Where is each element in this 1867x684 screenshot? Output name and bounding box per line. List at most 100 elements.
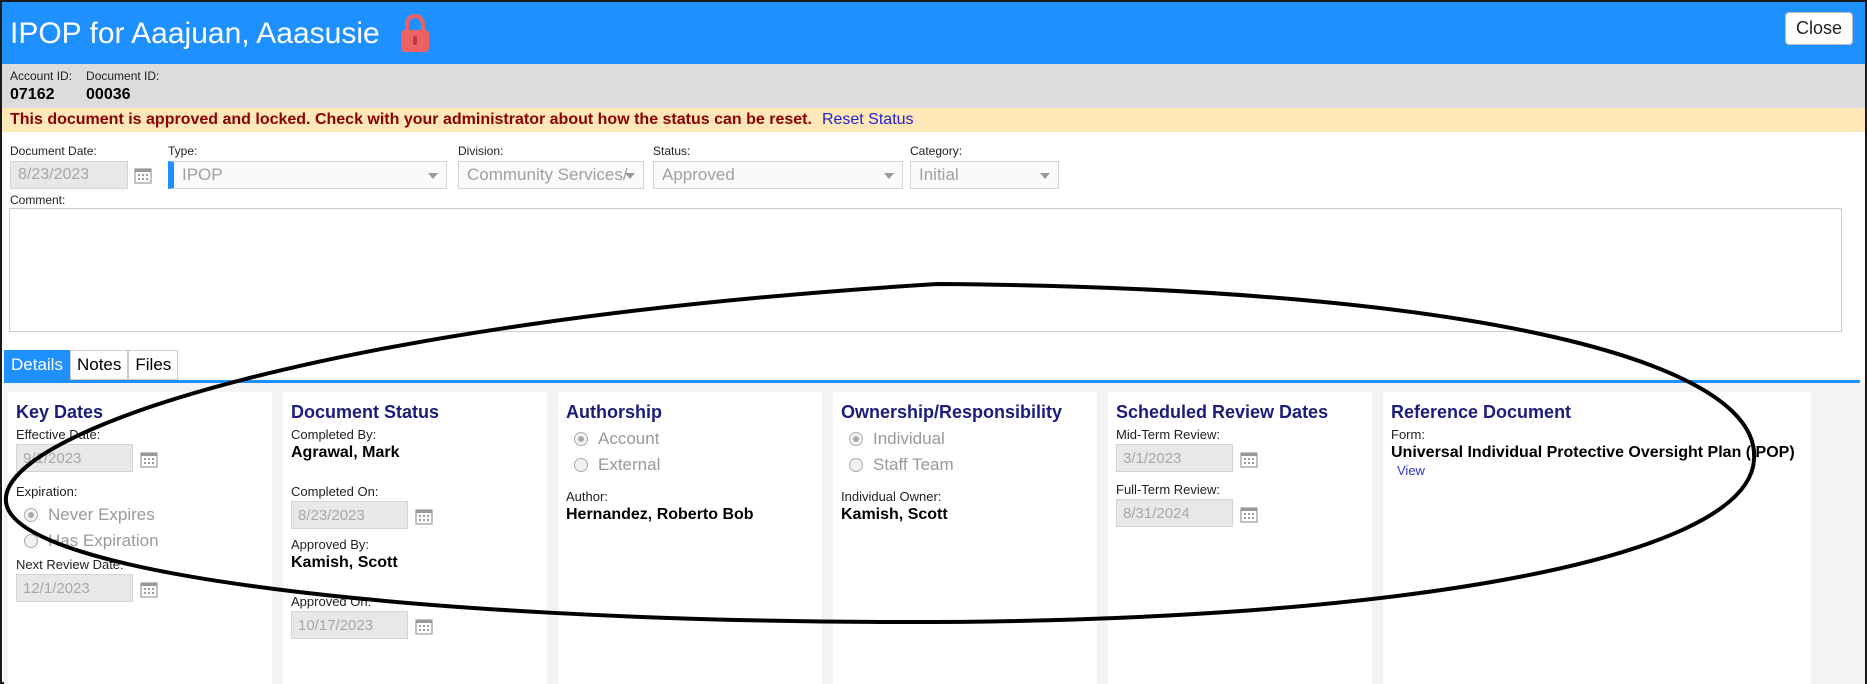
radio-selected[interactable]	[849, 432, 863, 446]
owner-individual-label: Individual	[873, 429, 945, 448]
document-window: IPOP for Aaajuan, Aaasusie Close Account…	[0, 0, 1867, 684]
calendar-icon[interactable]	[415, 507, 433, 525]
never-expires-option[interactable]: Never Expires	[24, 505, 272, 525]
account-id: Account ID: 07162	[10, 64, 72, 108]
mid-term-input[interactable]: 3/1/2023	[1116, 444, 1233, 472]
type-select[interactable]: IPOP	[168, 161, 447, 189]
authorship-panel: Authorship Account External Author: Hern…	[558, 392, 822, 684]
status-label: Status:	[653, 144, 691, 158]
individual-owner-value: Kamish, Scott	[841, 506, 948, 523]
approved-on-input[interactable]: 10/17/2023	[291, 611, 408, 639]
document-date-field: Document Date: 8/23/2023	[10, 144, 152, 189]
effective-date-input[interactable]: 9/1/2023	[16, 444, 133, 472]
chevron-down-icon	[625, 173, 635, 179]
expiration-label: Expiration:	[16, 484, 78, 499]
key-dates-panel: Key Dates Effective Date: 9/1/2023 Expir…	[8, 392, 272, 684]
chevron-down-icon	[1040, 173, 1050, 179]
calendar-icon[interactable]	[140, 450, 158, 468]
division-field: Division: Community Services/	[458, 144, 644, 189]
chevron-down-icon	[884, 173, 894, 179]
division-label: Division:	[458, 144, 504, 158]
document-id: Document ID: 00036	[86, 64, 159, 108]
status-field: Status: Approved	[653, 144, 903, 189]
radio-unselected[interactable]	[849, 458, 863, 472]
document-status-panel: Document Status Completed By: Agrawal, M…	[283, 392, 547, 684]
owner-staff-team-label: Staff Team	[873, 455, 954, 474]
form-value: Universal Individual Protective Oversigh…	[1391, 444, 1795, 461]
view-link[interactable]: View	[1397, 463, 1425, 478]
lock-warning-message: This document is approved and locked. Ch…	[10, 111, 812, 128]
page-title: IPOP for Aaajuan, Aaasusie	[10, 17, 380, 50]
radio-selected[interactable]	[574, 432, 588, 446]
tab-notes[interactable]: Notes	[69, 350, 129, 380]
type-label: Type:	[168, 144, 198, 158]
chevron-down-icon	[428, 173, 438, 179]
radio-unselected[interactable]	[574, 458, 588, 472]
category-value: Initial	[919, 165, 959, 184]
id-strip: Account ID: 07162 Document ID: 00036	[2, 64, 1865, 108]
author-label: Author:	[566, 489, 608, 504]
calendar-icon[interactable]	[415, 617, 433, 635]
full-term-input[interactable]: 8/31/2024	[1116, 499, 1233, 527]
calendar-icon[interactable]	[1240, 505, 1258, 523]
has-expiration-option[interactable]: Has Expiration	[24, 531, 272, 551]
reset-status-link[interactable]: Reset Status	[822, 111, 914, 129]
next-review-label: Next Review Date:	[16, 557, 124, 572]
calendar-icon[interactable]	[134, 166, 152, 184]
form-label: Form:	[1391, 427, 1425, 442]
completed-on-input[interactable]: 8/23/2023	[291, 501, 408, 529]
effective-date-label: Effective Date:	[16, 427, 101, 442]
mid-term-label: Mid-Term Review:	[1116, 427, 1221, 442]
lock-icon	[398, 13, 432, 53]
radio-unselected[interactable]	[24, 534, 38, 548]
completed-by-value: Agrawal, Mark	[291, 444, 400, 461]
lock-warning: This document is approved and locked. Ch…	[2, 108, 1865, 132]
document-date-input[interactable]: 8/23/2023	[10, 161, 128, 189]
key-dates-title: Key Dates	[16, 402, 104, 422]
document-date-label: Document Date:	[10, 144, 97, 158]
close-button[interactable]: Close	[1784, 12, 1853, 45]
reference-document-title: Reference Document	[1391, 402, 1572, 422]
reference-document-panel: Reference Document Form: Universal Indiv…	[1383, 392, 1811, 684]
next-review-input[interactable]: 12/1/2023	[16, 574, 133, 602]
completed-by-label: Completed By:	[291, 427, 377, 442]
account-id-value: 07162	[10, 86, 55, 103]
full-term-label: Full-Term Review:	[1116, 482, 1221, 497]
division-select[interactable]: Community Services/	[458, 161, 644, 189]
type-value: IPOP	[182, 165, 223, 184]
approved-by-value: Kamish, Scott	[291, 554, 398, 571]
document-id-label: Document ID:	[86, 69, 160, 83]
approved-by-label: Approved By:	[291, 537, 370, 552]
ownership-title: Ownership/Responsibility	[841, 402, 1063, 422]
author-external-label: External	[598, 455, 661, 474]
title-bar: IPOP for Aaajuan, Aaasusie Close	[2, 2, 1865, 64]
comment-textarea[interactable]	[9, 208, 1842, 332]
author-value: Hernandez, Roberto Bob	[566, 506, 754, 523]
radio-selected[interactable]	[24, 508, 38, 522]
review-dates-title: Scheduled Review Dates	[1116, 402, 1329, 422]
division-value: Community Services/	[467, 165, 628, 184]
completed-on-label: Completed On:	[291, 484, 379, 499]
calendar-icon[interactable]	[1240, 450, 1258, 468]
document-status-title: Document Status	[291, 402, 440, 422]
author-external-option[interactable]: External	[574, 455, 822, 475]
owner-staff-team-option[interactable]: Staff Team	[849, 455, 1097, 475]
tab-files[interactable]: Files	[128, 350, 179, 380]
author-account-label: Account	[598, 429, 660, 448]
tab-details[interactable]: Details	[4, 350, 70, 380]
tab-bar: Details Notes Files	[4, 350, 179, 380]
status-select[interactable]: Approved	[653, 161, 903, 189]
owner-individual-option[interactable]: Individual	[849, 429, 1097, 449]
review-dates-panel: Scheduled Review Dates Mid-Term Review: …	[1108, 392, 1372, 684]
approved-on-label: Approved On:	[291, 594, 372, 609]
document-id-value: 00036	[86, 86, 131, 103]
document-header-form: Document Date: 8/23/2023 Type: IPOP Divi…	[2, 144, 1865, 194]
account-id-label: Account ID:	[10, 69, 73, 83]
category-select[interactable]: Initial	[910, 161, 1059, 189]
view-link-wrap: View	[1391, 462, 1811, 480]
status-value: Approved	[662, 165, 735, 184]
individual-owner-label: Individual Owner:	[841, 489, 942, 504]
author-account-option[interactable]: Account	[574, 429, 822, 449]
category-field: Category: Initial	[910, 144, 1059, 189]
calendar-icon[interactable]	[140, 580, 158, 598]
